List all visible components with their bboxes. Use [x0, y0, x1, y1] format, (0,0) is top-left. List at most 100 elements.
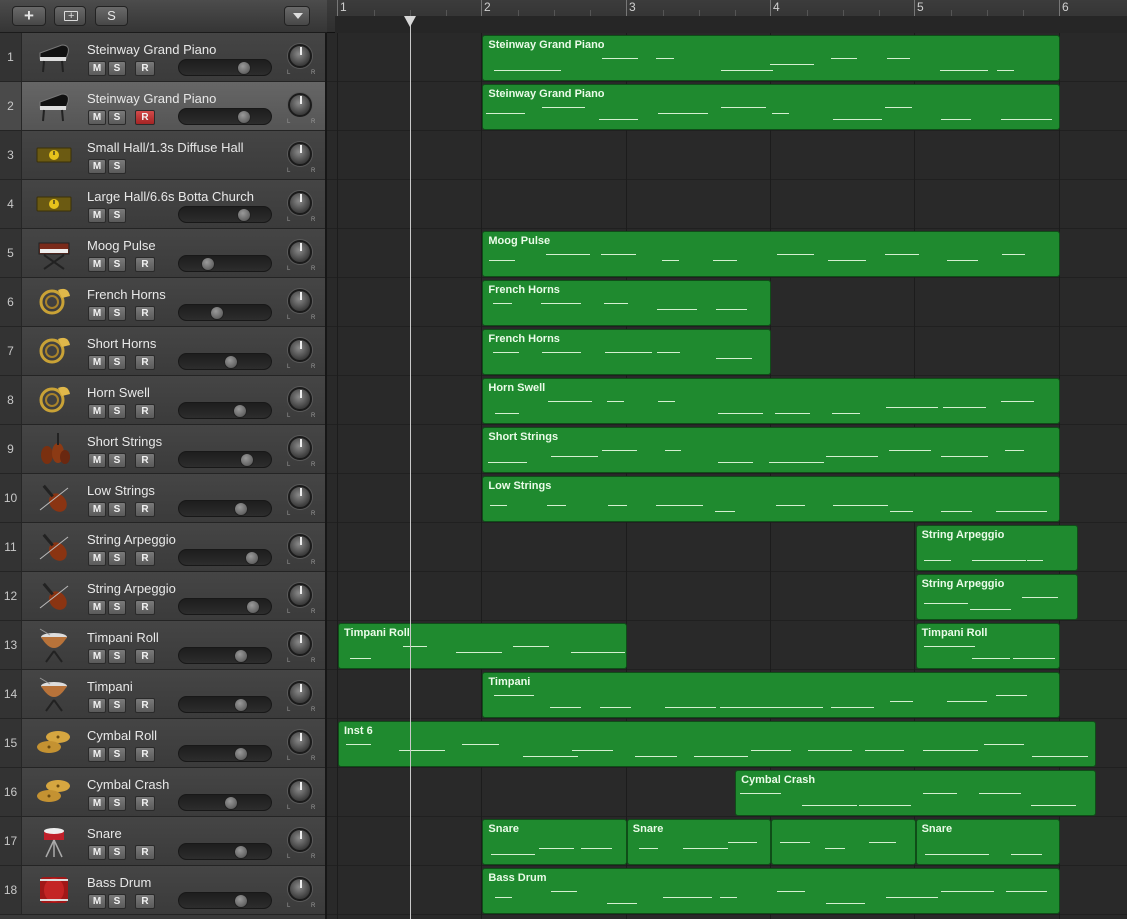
volume-slider-thumb[interactable]	[234, 747, 249, 761]
violin-icon[interactable]	[36, 578, 72, 614]
pan-knob[interactable]	[288, 485, 312, 509]
snare-drum-icon[interactable]	[36, 823, 72, 859]
solo-button[interactable]: S	[108, 159, 126, 174]
record-enable-button[interactable]: R	[135, 502, 155, 517]
add-track-button[interactable]: +	[12, 6, 46, 26]
record-enable-button[interactable]: R	[135, 355, 155, 370]
mute-button[interactable]: M	[88, 208, 106, 223]
midi-region[interactable]: Timpani	[482, 672, 1060, 718]
record-enable-button[interactable]: R	[135, 894, 155, 909]
volume-slider[interactable]	[178, 647, 272, 664]
midi-region[interactable]: String Arpeggio	[915, 574, 1079, 620]
volume-slider[interactable]	[178, 549, 272, 566]
playhead-handle[interactable]	[404, 16, 416, 27]
track-name[interactable]: Small Hall/1.3s Diffuse Hall	[87, 140, 282, 155]
track-header-8[interactable]: 8 Horn Swell M S R L R	[0, 376, 325, 425]
track-name[interactable]: Low Strings	[87, 483, 282, 498]
track-header-9[interactable]: 9 Short Strings M S R L R	[0, 425, 325, 474]
mute-button[interactable]: M	[88, 698, 106, 713]
track-name[interactable]: Snare	[87, 826, 282, 841]
synth-keyboard-icon[interactable]	[36, 235, 72, 271]
track-lane[interactable]	[327, 180, 1127, 229]
solo-button[interactable]: S	[108, 747, 126, 762]
pan-knob[interactable]	[288, 877, 312, 901]
volume-slider[interactable]	[178, 843, 272, 860]
volume-slider[interactable]	[178, 304, 272, 321]
volume-slider[interactable]	[178, 598, 272, 615]
volume-slider[interactable]	[178, 696, 272, 713]
record-enable-button[interactable]: R	[135, 698, 155, 713]
global-solo-button[interactable]: S	[95, 6, 128, 26]
solo-button[interactable]: S	[108, 649, 126, 664]
volume-slider[interactable]	[178, 451, 272, 468]
volume-slider[interactable]	[178, 402, 272, 419]
track-name[interactable]: Moog Pulse	[87, 238, 282, 253]
timpani-icon[interactable]	[36, 627, 72, 663]
volume-slider-thumb[interactable]	[234, 698, 249, 712]
volume-slider-thumb[interactable]	[237, 61, 252, 75]
volume-slider-thumb[interactable]	[234, 649, 249, 663]
solo-button[interactable]: S	[108, 208, 126, 223]
pan-knob[interactable]	[288, 583, 312, 607]
solo-button[interactable]: S	[108, 600, 126, 615]
mute-button[interactable]: M	[88, 894, 106, 909]
mute-button[interactable]: M	[88, 747, 106, 762]
solo-button[interactable]: S	[108, 894, 126, 909]
midi-region[interactable]: French Horns	[482, 329, 772, 375]
track-header-7[interactable]: 7 Short Horns M S R L R	[0, 327, 325, 376]
pan-knob[interactable]	[288, 240, 312, 264]
midi-region[interactable]: Snare	[482, 819, 627, 865]
solo-button[interactable]: S	[108, 551, 126, 566]
pan-knob[interactable]	[288, 93, 312, 117]
midi-region[interactable]: Moog Pulse	[482, 231, 1060, 277]
arrange-area[interactable]: Steinway Grand Piano Steinway Grand Piano…	[327, 33, 1127, 919]
track-header-2[interactable]: 2 Steinway Grand Piano M S R L R	[0, 82, 325, 131]
track-name[interactable]: French Horns	[87, 287, 282, 302]
solo-button[interactable]: S	[108, 61, 126, 76]
midi-region[interactable]: French Horns	[482, 280, 772, 326]
solo-button[interactable]: S	[108, 110, 126, 125]
record-enable-button[interactable]: R	[135, 61, 155, 76]
track-header-10[interactable]: 10 Low Strings M S R L R	[0, 474, 325, 523]
track-name[interactable]: Cymbal Crash	[87, 777, 282, 792]
pan-knob[interactable]	[288, 191, 312, 215]
volume-slider-thumb[interactable]	[237, 208, 252, 222]
solo-button[interactable]: S	[108, 453, 126, 468]
volume-slider-thumb[interactable]	[223, 355, 238, 369]
midi-region[interactable]	[771, 819, 916, 865]
track-name[interactable]: String Arpeggio	[87, 532, 282, 547]
volume-slider-thumb[interactable]	[234, 894, 249, 908]
timpani-icon[interactable]	[36, 676, 72, 712]
track-header-12[interactable]: 12 String Arpeggio M S R L R	[0, 572, 325, 621]
track-header-17[interactable]: 17 Snare M S R L R	[0, 817, 325, 866]
record-enable-button[interactable]: R	[135, 796, 155, 811]
midi-region[interactable]: Timpani Roll	[915, 623, 1060, 669]
mute-button[interactable]: M	[88, 61, 106, 76]
pan-knob[interactable]	[288, 534, 312, 558]
pan-knob[interactable]	[288, 142, 312, 166]
record-enable-button[interactable]: R	[135, 306, 155, 321]
midi-region[interactable]: Timpani Roll	[338, 623, 627, 669]
solo-button[interactable]: S	[108, 698, 126, 713]
track-header-3[interactable]: 3 Small Hall/1.3s Diffuse Hall M S L R	[0, 131, 325, 180]
record-enable-button[interactable]: R	[135, 257, 155, 272]
mute-button[interactable]: M	[88, 453, 106, 468]
midi-region[interactable]: Cymbal Crash	[735, 770, 1097, 816]
mute-button[interactable]: M	[88, 502, 106, 517]
mute-button[interactable]: M	[88, 257, 106, 272]
french-horn-icon[interactable]	[36, 284, 72, 320]
volume-slider[interactable]	[178, 108, 272, 125]
solo-button[interactable]: S	[108, 404, 126, 419]
track-name[interactable]: Large Hall/6.6s Botta Church	[87, 189, 282, 204]
mute-button[interactable]: M	[88, 845, 106, 860]
midi-region[interactable]: Steinway Grand Piano	[482, 35, 1060, 81]
volume-slider[interactable]	[178, 353, 272, 370]
french-horn-icon[interactable]	[36, 382, 72, 418]
track-name[interactable]: Timpani Roll	[87, 630, 282, 645]
midi-region[interactable]: Short Strings	[482, 427, 1060, 473]
solo-button[interactable]: S	[108, 306, 126, 321]
record-enable-button[interactable]: R	[135, 404, 155, 419]
grand-piano-icon[interactable]	[36, 88, 72, 124]
mute-button[interactable]: M	[88, 649, 106, 664]
pan-knob[interactable]	[288, 436, 312, 460]
